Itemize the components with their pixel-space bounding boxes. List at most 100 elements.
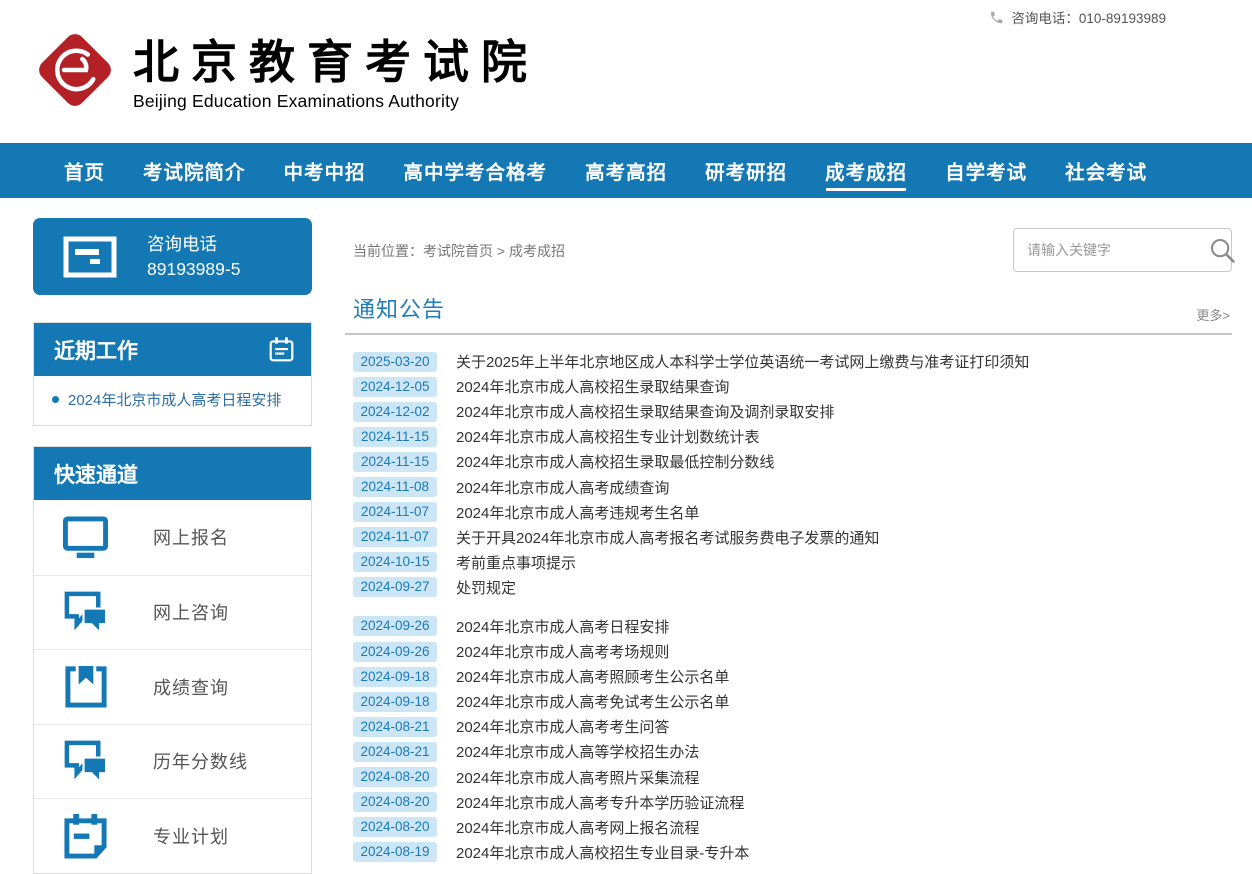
nav-item[interactable]: 中考中招 — [284, 143, 366, 198]
sidebar-phone-card[interactable]: 咨询电话 89193989-5 — [33, 218, 312, 295]
more-link[interactable]: 更多> — [1196, 305, 1230, 324]
quick-channel-item-label: 历年分数线 — [153, 748, 248, 774]
quick-channel-title: 快速通道 — [54, 459, 138, 489]
nav-item-label: 考试院简介 — [143, 156, 246, 185]
notice-row: 2024-09-26 2024年北京市成人高考考场规则 — [353, 639, 1232, 664]
nav-item[interactable]: 首页 — [64, 143, 105, 198]
notice-date-badge: 2024-11-15 — [353, 427, 437, 447]
notice-title-link[interactable]: 2024年北京市成人高校招生录取结果查询及调剂录取安排 — [456, 401, 834, 422]
bullet-dot-icon — [52, 396, 59, 403]
notice-row: 2024-08-20 2024年北京市成人高考网上报名流程 — [353, 815, 1232, 840]
notices-header: 通知公告 更多> — [345, 292, 1232, 333]
search-input[interactable] — [1027, 242, 1208, 258]
phone-icon — [989, 10, 1004, 25]
quick-channel-item[interactable]: 网上咨询 — [34, 575, 311, 650]
notice-date-badge: 2024-11-15 — [353, 452, 437, 472]
notice-row: 2024-10-15 考前重点事项提示 — [353, 550, 1232, 575]
notice-title-link[interactable]: 处罚规定 — [456, 577, 516, 598]
nav-item-label: 高考高招 — [585, 156, 667, 185]
notice-title-link[interactable]: 2024年北京市成人高校招生录取结果查询 — [456, 376, 729, 397]
nav-item[interactable]: 成考成招 — [825, 143, 907, 198]
header-hotline: 咨询电话：010-89193989 — [989, 7, 1166, 27]
quick-channel-item-label: 成绩查询 — [153, 674, 229, 700]
calendar-icon — [268, 336, 295, 363]
search-icon[interactable] — [1208, 236, 1236, 264]
monitor-icon — [62, 514, 109, 561]
notice-row: 2024-08-20 2024年北京市成人高考专升本学历验证流程 — [353, 790, 1232, 815]
notice-title-link[interactable]: 2024年北京市成人高考照顾考生公示名单 — [456, 666, 729, 687]
notice-date-badge: 2024-09-18 — [353, 692, 437, 712]
notice-date-badge: 2024-09-26 — [353, 642, 437, 662]
notice-title-link[interactable]: 考前重点事项提示 — [456, 552, 576, 573]
notice-row: 2024-11-07 2024年北京市成人高考违规考生名单 — [353, 500, 1232, 525]
notice-title-link[interactable]: 2024年北京市成人高校招生专业计划数统计表 — [456, 426, 759, 447]
notice-title-link[interactable]: 关于开具2024年北京市成人高考报名考试服务费电子发票的通知 — [456, 527, 879, 548]
main-nav: 首页 考试院简介 中考中招 高中学考合格考 高考高招 研考研招 成考成招 自学考… — [0, 143, 1252, 198]
notice-date-badge: 2024-11-07 — [353, 502, 437, 522]
breadcrumb: 当前位置：考试院首页 > 成考成招 — [353, 241, 565, 261]
notice-row: 2024-08-21 2024年北京市成人高考考生问答 — [353, 714, 1232, 739]
notice-title-link[interactable]: 关于2025年上半年北京地区成人本科学士学位英语统一考试网上缴费与准考证打印须知 — [456, 351, 1029, 372]
nav-item-label: 中考中招 — [284, 156, 366, 185]
quick-channel-item[interactable]: 网上报名 — [34, 500, 311, 575]
breadcrumb-prefix: 当前位置： — [353, 243, 423, 259]
notice-row: 2024-09-18 2024年北京市成人高考照顾考生公示名单 — [353, 664, 1232, 689]
quick-channel-item-label: 专业计划 — [153, 823, 229, 849]
recent-work-title: 近期工作 — [54, 335, 138, 365]
notice-title-link[interactable]: 2024年北京市成人高校招生专业目录-专升本 — [456, 842, 749, 863]
site-logo[interactable]: 北京教育考试院 Beijing Education Examinations A… — [33, 28, 539, 112]
nav-item[interactable]: 高考高招 — [585, 143, 667, 198]
notice-date-badge: 2024-09-27 — [353, 577, 437, 597]
notice-row: 2024-11-15 2024年北京市成人高校招生专业计划数统计表 — [353, 424, 1232, 449]
nav-item[interactable]: 研考研招 — [705, 143, 787, 198]
contact-card-icon — [63, 236, 117, 278]
notice-group-1: 2025-03-20 关于2025年上半年北京地区成人本科学士学位英语统一考试网… — [353, 349, 1232, 600]
notice-title-link[interactable]: 2024年北京市成人高考考场规则 — [456, 641, 669, 662]
nav-item[interactable]: 自学考试 — [945, 143, 1027, 198]
notice-title-link[interactable]: 2024年北京市成人高考日程安排 — [456, 616, 669, 637]
notices-title: 通知公告 — [353, 292, 445, 324]
breadcrumb-current: 成考成招 — [509, 243, 565, 259]
notice-date-badge: 2024-11-07 — [353, 527, 437, 547]
notice-row: 2024-08-20 2024年北京市成人高考照片采集流程 — [353, 765, 1232, 790]
notice-date-badge: 2024-08-21 — [353, 717, 437, 737]
main-top-bar: 当前位置：考试院首页 > 成考成招 — [345, 218, 1232, 292]
notice-date-badge: 2025-03-20 — [353, 352, 437, 372]
notice-row: 2024-11-07 关于开具2024年北京市成人高考报名考试服务费电子发票的通… — [353, 525, 1232, 550]
nav-item[interactable]: 社会考试 — [1065, 143, 1147, 198]
bjeea-logo-icon — [33, 28, 117, 112]
notice-title-link[interactable]: 2024年北京市成人高考违规考生名单 — [456, 502, 699, 523]
quick-channel-box: 快速通道 网上报名 网上咨询 成绩查询 — [33, 446, 312, 874]
nav-item[interactable]: 高中学考合格考 — [404, 143, 548, 198]
notice-date-badge: 2024-08-21 — [353, 742, 437, 762]
notice-title-link[interactable]: 2024年北京市成人高考免试考生公示名单 — [456, 691, 729, 712]
notepad-icon — [62, 812, 109, 859]
notice-title-link[interactable]: 2024年北京市成人高考成绩查询 — [456, 477, 669, 498]
notice-title-link[interactable]: 2024年北京市成人高考专升本学历验证流程 — [456, 792, 744, 813]
search-box — [1013, 228, 1232, 272]
notice-date-badge: 2024-11-08 — [353, 477, 437, 497]
notice-date-badge: 2024-12-05 — [353, 377, 437, 397]
notice-date-badge: 2024-08-19 — [353, 842, 437, 862]
notice-title-link[interactable]: 2024年北京市成人高校招生录取最低控制分数线 — [456, 451, 774, 472]
quick-channel-item[interactable]: 专业计划 — [34, 798, 311, 873]
notice-row: 2024-09-27 处罚规定 — [353, 575, 1232, 600]
notice-row: 2024-09-26 2024年北京市成人高考日程安排 — [353, 614, 1232, 639]
nav-item-label: 研考研招 — [705, 156, 787, 185]
notice-title-link[interactable]: 2024年北京市成人高考考生问答 — [456, 716, 669, 737]
quick-channel-item[interactable]: 历年分数线 — [34, 724, 311, 799]
quick-channel-item[interactable]: 成绩查询 — [34, 649, 311, 724]
phone-card-title: 咨询电话 — [147, 232, 240, 257]
notice-title-link[interactable]: 2024年北京市成人高考网上报名流程 — [456, 817, 699, 838]
notice-title-link[interactable]: 2024年北京市成人高考照片采集流程 — [456, 767, 699, 788]
sidebar: 咨询电话 89193989-5 近期工作 2024年北京市成人高考日程安排 快速… — [33, 218, 312, 874]
notice-row: 2025-03-20 关于2025年上半年北京地区成人本科学士学位英语统一考试网… — [353, 349, 1232, 374]
quick-channel-header: 快速通道 — [34, 447, 311, 500]
notice-row: 2024-11-15 2024年北京市成人高校招生录取最低控制分数线 — [353, 449, 1232, 474]
hotline-text: 咨询电话：010-89193989 — [1011, 7, 1166, 27]
notice-title-link[interactable]: 2024年北京市成人高等学校招生办法 — [456, 741, 699, 762]
nav-item-label: 社会考试 — [1065, 156, 1147, 185]
nav-item[interactable]: 考试院简介 — [143, 143, 246, 198]
recent-work-item[interactable]: 2024年北京市成人高考日程安排 — [52, 389, 297, 410]
breadcrumb-home-link[interactable]: 考试院首页 — [423, 243, 493, 259]
